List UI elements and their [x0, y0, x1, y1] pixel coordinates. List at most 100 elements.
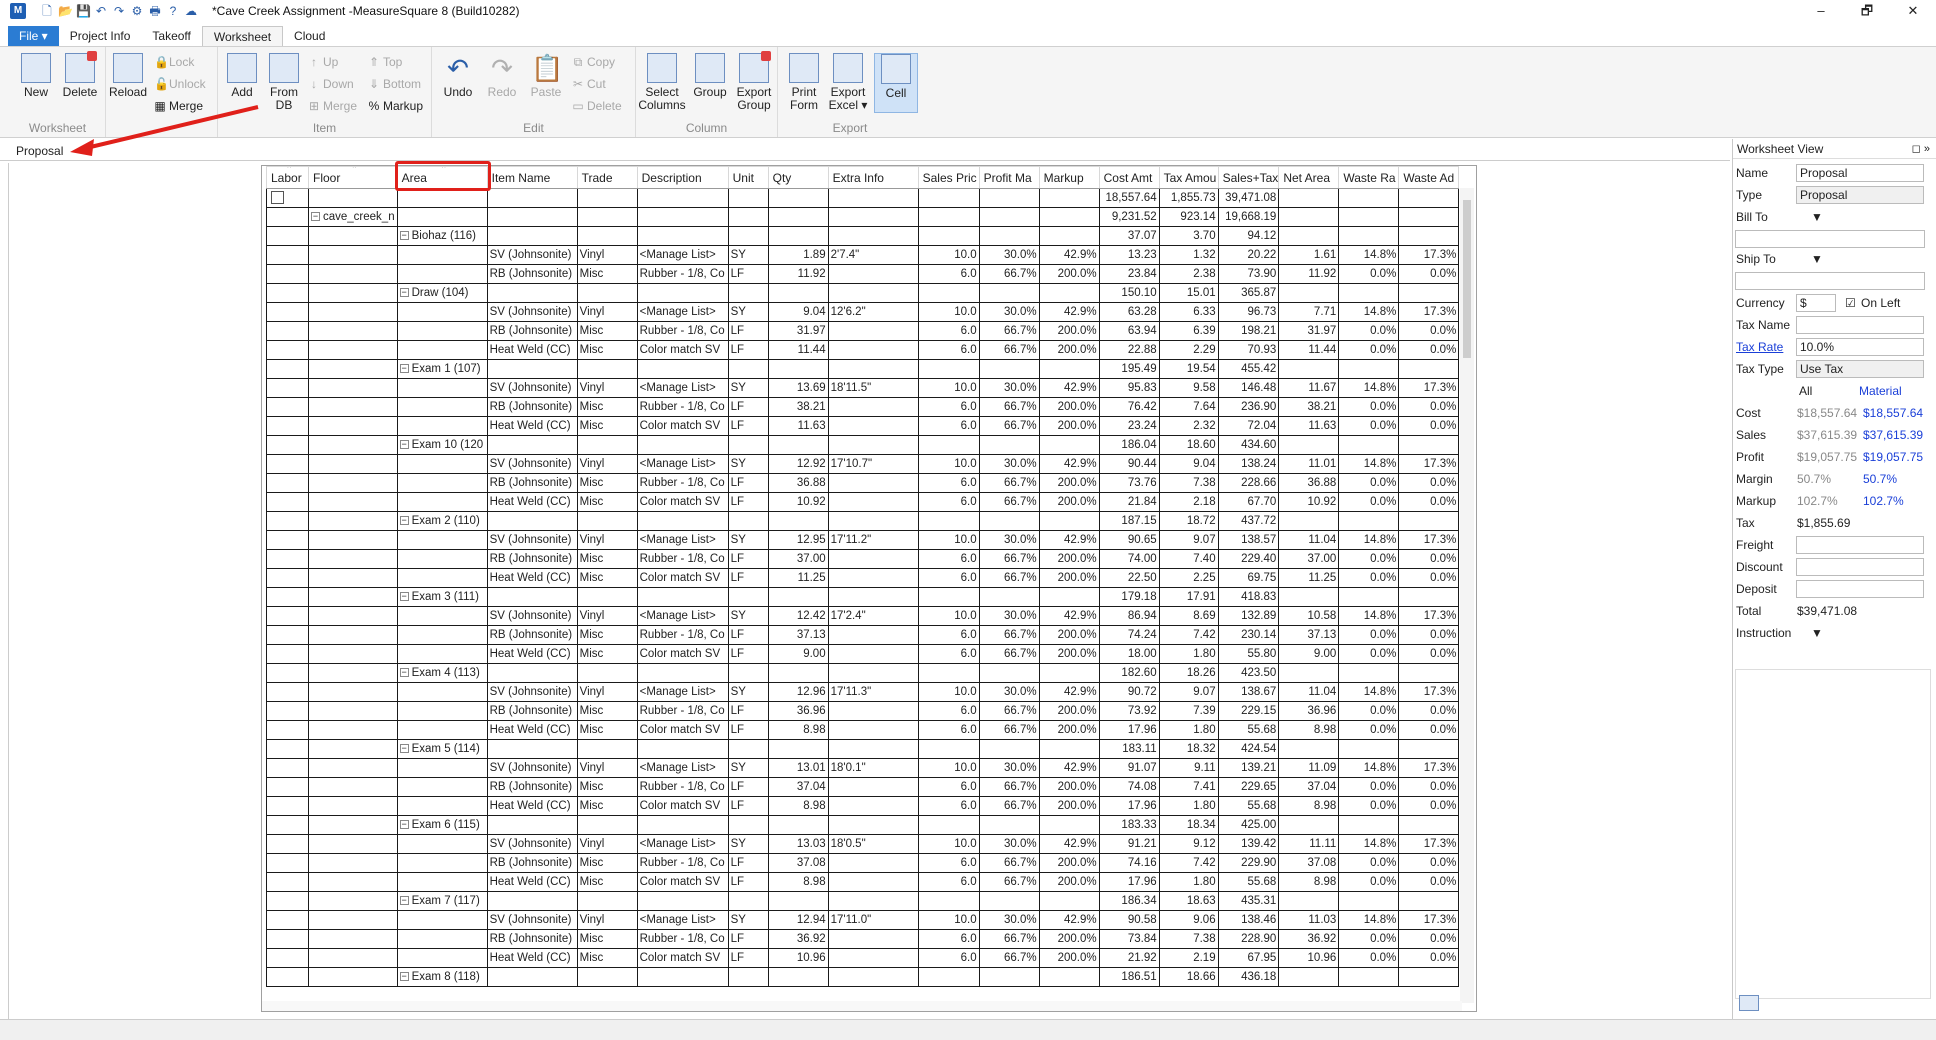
grid-cell[interactable]: Vinyl [576, 378, 638, 398]
grid-cell[interactable] [727, 587, 769, 607]
cut-button[interactable]: ✂ Cut [572, 77, 606, 91]
grid-cell[interactable]: 67.70 [1217, 492, 1280, 512]
grid-cell[interactable]: 6.0 [917, 492, 980, 512]
grid-cell[interactable] [308, 283, 398, 303]
grid-cell[interactable]: 12.42 [767, 606, 829, 626]
grid-cell[interactable]: 17'11.2" [827, 530, 919, 550]
grid-cell[interactable]: 66.7% [978, 397, 1040, 417]
grid-cell[interactable]: SV (Johnsonite) [486, 378, 578, 398]
grid-cell[interactable] [827, 663, 919, 683]
grid-cell[interactable] [308, 340, 398, 360]
grid-cell[interactable] [396, 853, 488, 873]
grid-cell[interactable]: 94.12 [1217, 226, 1280, 246]
grid-cell[interactable] [917, 207, 980, 227]
grid-cell[interactable]: Misc [576, 796, 638, 816]
grid-cell[interactable]: Color match SV [636, 492, 729, 512]
grid-cell[interactable] [266, 340, 309, 360]
grid-cell[interactable] [767, 435, 829, 455]
grid-cell[interactable]: 0.0% [1338, 264, 1400, 284]
grid-cell[interactable]: LF [727, 473, 769, 493]
grid-cell[interactable]: 11.11 [1278, 834, 1340, 854]
grid-cell[interactable]: 74.08 [1098, 777, 1160, 797]
grid-cell[interactable]: 8.98 [767, 720, 829, 740]
grid-cell[interactable] [266, 644, 309, 664]
grid-cell[interactable]: 200.0% [1038, 644, 1100, 664]
grid-cell[interactable] [396, 302, 488, 322]
grid-cell[interactable] [308, 644, 398, 664]
grid-cell[interactable]: − Biohaz (116) [396, 226, 488, 246]
grid-cell[interactable] [396, 397, 488, 417]
column-header-qty[interactable]: Qty [767, 166, 829, 189]
grid-cell[interactable] [767, 967, 829, 987]
grid-cell[interactable] [576, 739, 638, 759]
grid-cell[interactable]: 1.61 [1278, 245, 1340, 265]
grid-cell[interactable] [636, 207, 729, 227]
grid-cell[interactable] [1278, 207, 1340, 227]
merge-reload-button[interactable]: ▦ Merge [154, 99, 203, 113]
grid-cell[interactable]: 37.13 [1278, 625, 1340, 645]
grid-cell[interactable] [636, 967, 729, 987]
grid-cell[interactable]: 200.0% [1038, 853, 1100, 873]
collapse-toggle-icon[interactable]: − [399, 819, 409, 829]
grid-cell[interactable]: 30.0% [978, 910, 1040, 930]
grid-cell[interactable] [917, 967, 980, 987]
grid-cell[interactable]: 73.76 [1098, 473, 1160, 493]
grid-cell[interactable] [767, 207, 829, 227]
grid-cell[interactable]: LF [727, 777, 769, 797]
grid-cell[interactable]: 17.96 [1098, 796, 1160, 816]
grid-cell[interactable]: Vinyl [576, 834, 638, 854]
grid-cell[interactable] [396, 758, 488, 778]
grid-cell[interactable] [917, 359, 980, 379]
grid-cell[interactable]: 0.0% [1338, 568, 1400, 588]
grid-cell[interactable] [1338, 359, 1400, 379]
grid-cell[interactable]: 200.0% [1038, 796, 1100, 816]
collapse-panel-icon[interactable]: » [1924, 143, 1930, 155]
grid-cell[interactable]: 12.92 [767, 454, 829, 474]
grid-cell[interactable]: 42.9% [1038, 378, 1100, 398]
grid-cell[interactable] [827, 739, 919, 759]
grid-cell[interactable]: 8.98 [767, 796, 829, 816]
grid-cell[interactable] [308, 910, 398, 930]
grid-cell[interactable]: Vinyl [576, 758, 638, 778]
grid-cell[interactable] [727, 739, 769, 759]
bill-to-dropdown-icon[interactable]: ▼ [1811, 210, 1823, 224]
grid-cell[interactable]: 146.48 [1217, 378, 1280, 398]
grid-cell[interactable]: 138.24 [1217, 454, 1280, 474]
grid-cell[interactable] [486, 663, 578, 683]
grid-cell[interactable]: 11.03 [1278, 910, 1340, 930]
grid-cell[interactable]: 138.46 [1217, 910, 1280, 930]
collapse-toggle-icon[interactable]: − [399, 439, 409, 449]
grid-cell[interactable]: 66.7% [978, 568, 1040, 588]
grid-cell[interactable]: 0.0% [1398, 929, 1460, 949]
grid-cell[interactable]: 74.00 [1098, 549, 1160, 569]
grid-cell[interactable] [636, 188, 729, 208]
area-group-cell[interactable]: − Exam 6 (115) [399, 819, 480, 831]
worksheet-name-label[interactable]: Proposal [16, 144, 63, 158]
grid-cell[interactable]: 14.8% [1338, 378, 1400, 398]
grid-cell[interactable]: 63.94 [1098, 321, 1160, 341]
grid-cell[interactable] [486, 967, 578, 987]
grid-cell[interactable] [266, 891, 309, 911]
grid-cell[interactable] [308, 739, 398, 759]
grid-cell[interactable]: 13.03 [767, 834, 829, 854]
grid-cell[interactable] [396, 701, 488, 721]
grid-cell[interactable] [636, 739, 729, 759]
collapse-toggle-icon[interactable]: − [399, 971, 409, 981]
grid-cell[interactable] [1338, 739, 1400, 759]
grid-cell[interactable] [396, 606, 488, 626]
grid-cell[interactable] [1038, 226, 1100, 246]
move-up-button[interactable]: ↑ Up [308, 55, 338, 69]
grid-cell[interactable]: 21.84 [1098, 492, 1160, 512]
grid-cell[interactable]: 8.98 [1278, 796, 1340, 816]
grid-cell[interactable]: Rubber - 1/8, Co [636, 625, 729, 645]
grid-cell[interactable]: 229.40 [1217, 549, 1280, 569]
grid-cell[interactable] [396, 777, 488, 797]
grid-cell[interactable] [727, 663, 769, 683]
grid-cell[interactable]: RB (Johnsonite) [486, 777, 578, 797]
grid-cell[interactable] [1398, 226, 1460, 246]
grid-cell[interactable] [266, 511, 309, 531]
grid-cell[interactable] [1038, 891, 1100, 911]
grid-cell[interactable]: 183.11 [1098, 739, 1160, 759]
grid-cell[interactable]: 69.75 [1217, 568, 1280, 588]
grid-cell[interactable]: 14.8% [1338, 834, 1400, 854]
